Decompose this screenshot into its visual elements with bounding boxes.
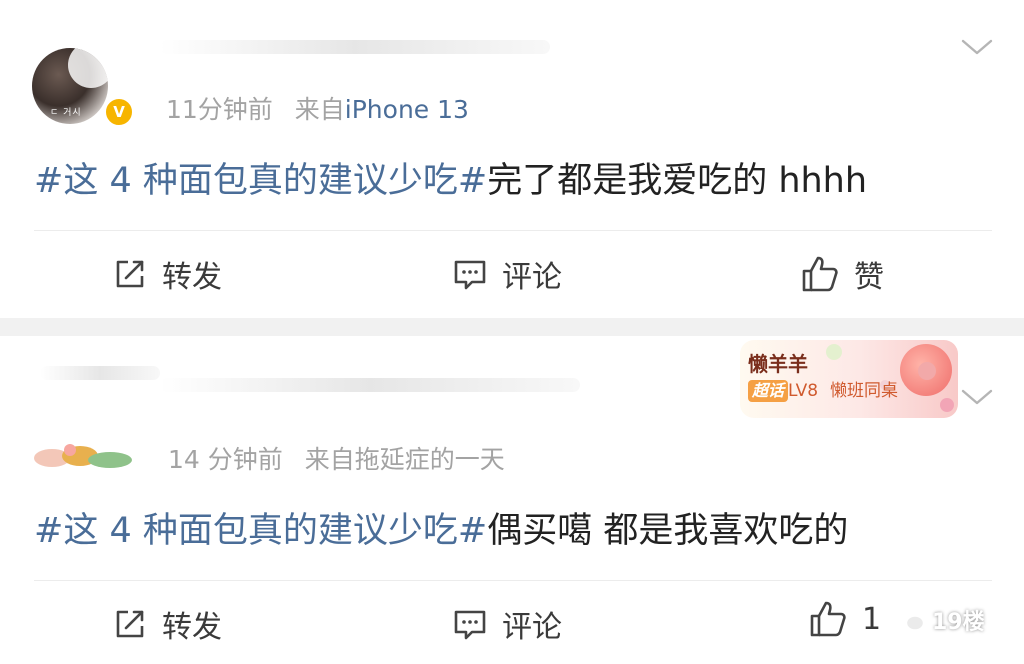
post-content: #这 4 种面包真的建议少吃#完了都是我爱吃的 hhhh	[34, 152, 867, 203]
repost-label: 转发	[162, 260, 222, 295]
chevron-down-icon[interactable]	[960, 36, 994, 58]
fan-badge-name: 懒羊羊	[748, 352, 808, 376]
like-button[interactable]: 1	[808, 600, 881, 638]
post-source[interactable]: 拖延症的一天	[355, 445, 505, 474]
post-card: ㄷ 거시 V 11分钟前 来自iPhone 13 #这 4 种面包真的建议少吃#…	[0, 0, 1024, 318]
verified-badge: V	[104, 97, 134, 127]
like-label: 赞	[854, 260, 884, 295]
like-button[interactable]: 赞	[800, 252, 884, 296]
avatar-decoration[interactable]	[30, 440, 140, 470]
topic-link[interactable]: #这 4 种面包真的建议少吃#	[34, 511, 487, 551]
post-source[interactable]: iPhone 13	[345, 95, 469, 124]
comment-button[interactable]: 评论	[452, 252, 562, 296]
topic-link[interactable]: #这 4 种面包真的建议少吃#	[34, 161, 487, 201]
divider	[34, 230, 992, 231]
fan-badge[interactable]: 懒羊羊 超话 LV8 懒班同桌	[740, 340, 958, 418]
repost-icon	[116, 260, 144, 288]
chevron-down-icon[interactable]	[960, 386, 994, 408]
post-time: 14 分钟前	[168, 445, 283, 474]
avatar-blur-mask	[68, 48, 108, 88]
wechat-icon	[892, 606, 926, 632]
comment-icon	[454, 610, 486, 640]
like-count: 1	[862, 601, 882, 637]
avatar[interactable]: ㄷ 거시	[32, 48, 108, 124]
thumbs-up-icon	[810, 601, 846, 637]
comment-icon	[454, 260, 486, 290]
post-meta: 14 分钟前 来自拖延症的一天	[168, 440, 505, 476]
divider	[34, 580, 992, 581]
source-prefix: 来自	[294, 95, 345, 124]
comment-label: 评论	[502, 260, 562, 295]
post-content: #这 4 种面包真的建议少吃#偶买噶 都是我喜欢吃的	[34, 502, 848, 553]
username-blurred[interactable]	[160, 378, 580, 392]
comment-label: 评论	[502, 610, 562, 645]
avatar-caption: ㄷ 거시	[50, 108, 82, 118]
repost-icon	[116, 610, 144, 638]
post-text: 完了都是我爱吃的 hhhh	[487, 161, 868, 201]
repost-button[interactable]: 转发	[112, 602, 222, 646]
avatar-blurred[interactable]	[40, 366, 160, 380]
post-separator-band	[0, 318, 1024, 336]
repost-button[interactable]: 转发	[112, 252, 222, 296]
username-blurred[interactable]	[160, 40, 550, 54]
post-text: 偶买噶 都是我喜欢吃的	[487, 511, 849, 551]
watermark-text: 19楼	[932, 610, 985, 635]
post-meta: 11分钟前 来自iPhone 13	[166, 90, 469, 126]
fan-level: LV8	[788, 381, 819, 401]
fan-group: 懒班同桌	[830, 381, 898, 401]
comment-button[interactable]: 评论	[452, 602, 562, 646]
post-time: 11分钟前	[166, 95, 273, 124]
source-prefix: 来自	[304, 445, 355, 474]
watermark: 19楼	[892, 604, 985, 636]
repost-label: 转发	[162, 610, 222, 645]
super-topic-tag: 超话	[748, 380, 789, 402]
thumbs-up-icon	[802, 256, 838, 292]
